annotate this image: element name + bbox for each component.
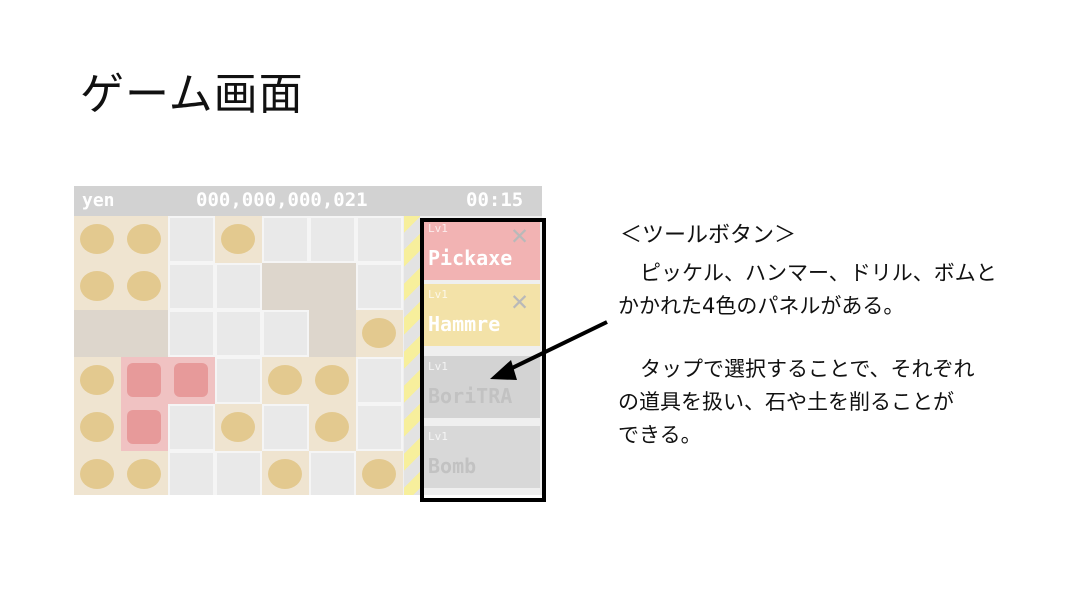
stone-block <box>262 216 309 263</box>
stone-block <box>356 263 403 310</box>
red-gem-block <box>121 357 168 404</box>
ore-block <box>215 216 262 263</box>
stone-block <box>168 310 215 357</box>
stone-block <box>168 451 215 495</box>
ore-block <box>356 451 403 495</box>
ore-block <box>121 263 168 310</box>
stone-block <box>356 357 403 404</box>
tool-buttons-highlight-box <box>420 218 546 502</box>
ore-block <box>74 404 121 451</box>
paragraph-line: ピッケル、ハンマー、ドリル、ボムと <box>640 261 997 285</box>
stone-block <box>262 310 309 357</box>
stone-block <box>168 404 215 451</box>
red-gem-block <box>121 404 168 451</box>
ore-block <box>356 310 403 357</box>
paragraph-line: の道具を扱い、石や土を削ることが <box>618 390 954 414</box>
stone-block <box>215 310 262 357</box>
description-paragraph-1: ピッケル、ハンマー、ドリル、ボムと かかれた4色のパネルがある。 <box>618 257 1038 323</box>
tool-button-heading: ＜ツールボタン＞ <box>620 223 797 248</box>
money-counter: 000,000,000,021 <box>196 189 368 211</box>
stone-block <box>356 216 403 263</box>
ore-block <box>121 216 168 263</box>
red-gem-block <box>168 357 215 404</box>
stone-block <box>168 216 215 263</box>
currency-label: yen <box>82 190 115 211</box>
block-grid <box>74 216 404 495</box>
dirt-block <box>309 263 356 310</box>
game-hud: yen 000,000,000,021 00:15 <box>74 186 542 216</box>
stone-block <box>356 404 403 451</box>
stone-block <box>168 263 215 310</box>
stone-block <box>215 357 262 404</box>
dirt-block <box>74 310 121 357</box>
slide-title: ゲーム画面 <box>80 69 304 120</box>
paragraph-line: タップで選択することで、それぞれ <box>640 357 975 381</box>
paragraph-line: かかれた4色のパネルがある。 <box>618 294 905 318</box>
ore-block <box>74 216 121 263</box>
ore-block <box>74 263 121 310</box>
dirt-block <box>121 310 168 357</box>
paragraph-line: できる。 <box>618 423 702 447</box>
ore-block <box>262 451 309 495</box>
description-paragraph-2: タップで選択することで、それぞれ の道具を扱い、石や土を削ることが できる。 <box>618 353 1038 452</box>
dirt-block <box>309 310 356 357</box>
ore-block <box>309 404 356 451</box>
ore-block <box>215 404 262 451</box>
ore-block <box>74 357 121 404</box>
ore-block <box>262 357 309 404</box>
timer: 00:15 <box>466 189 524 211</box>
ore-block <box>74 451 121 495</box>
stone-block <box>215 263 262 310</box>
stone-block <box>309 216 356 263</box>
ore-block <box>309 357 356 404</box>
ore-block <box>121 451 168 495</box>
stone-block <box>309 451 356 495</box>
dirt-block <box>262 263 309 310</box>
hazard-stripe-divider <box>404 216 420 495</box>
stone-block <box>262 404 309 451</box>
stone-block <box>215 451 262 495</box>
